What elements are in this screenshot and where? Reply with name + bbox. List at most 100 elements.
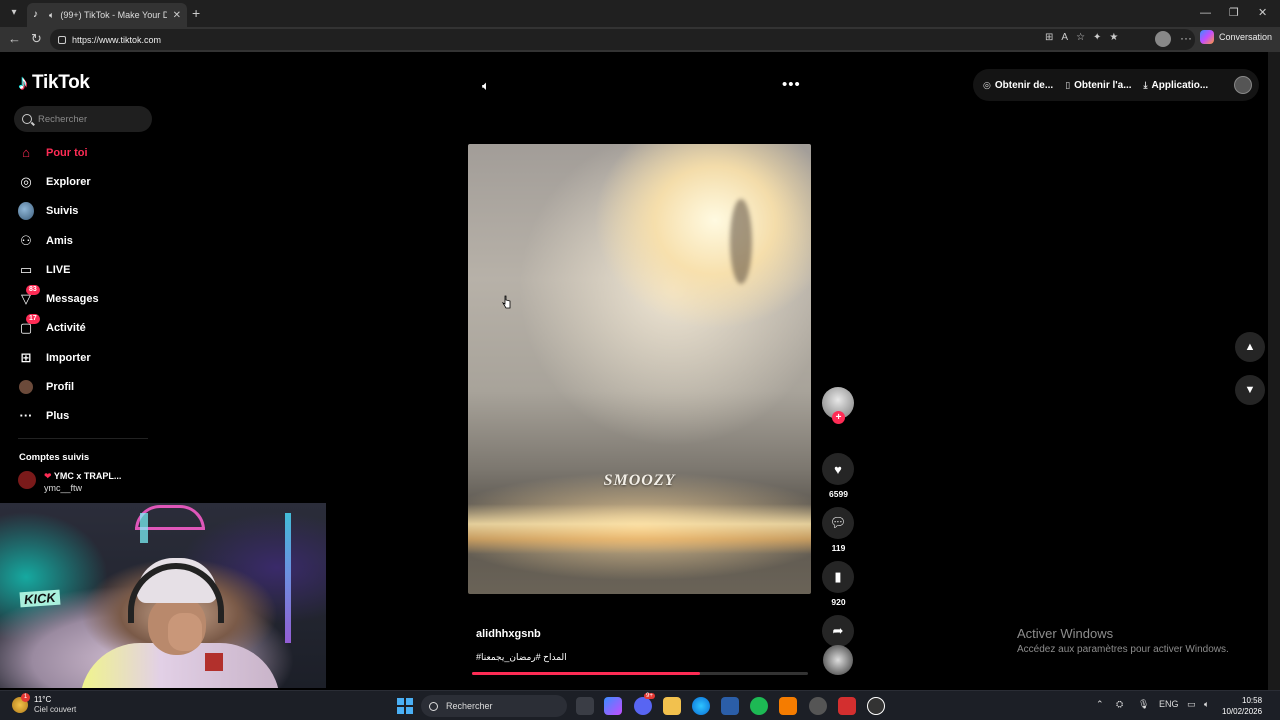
search-icon [429, 701, 438, 711]
sidebar-item-explorer[interactable]: ◎ Explorer [0, 167, 160, 196]
sidebar-item-label: Pour toi [46, 146, 88, 159]
video-more-icon[interactable]: ••• [782, 76, 801, 93]
app-icon[interactable] [838, 697, 856, 715]
sidebar-item-amis[interactable]: ⚇ Amis [0, 226, 160, 255]
search-input[interactable] [38, 113, 138, 125]
reload-icon[interactable]: ↻ [31, 32, 42, 46]
comment-button[interactable]: 💬︎ [822, 507, 854, 539]
like-count: 6599 [829, 489, 848, 499]
video-actions: + ♥ 6599 💬︎ 119 ▮ 920 ➦ 191 [822, 387, 855, 661]
file-explorer-icon[interactable] [663, 697, 681, 715]
app-icon[interactable] [779, 697, 797, 715]
sidebar-item-label: Profil [46, 381, 75, 394]
discord-badge: 9+ [644, 693, 655, 699]
neon-light [140, 513, 148, 543]
windows-taskbar: 11°C Ciel couvert Rechercher 9+ ⌃ ⛭ 🎙︎ E… [0, 690, 1280, 720]
start-button[interactable] [397, 698, 413, 714]
share-button[interactable]: ➦ [822, 615, 854, 647]
sidebar-item-live[interactable]: ▭ LIVE [0, 255, 160, 284]
tiktok-logo[interactable]: ♪ TikTok [18, 72, 90, 94]
network-icon[interactable]: ▭ [1187, 699, 1196, 710]
comment-count: 119 [831, 543, 846, 553]
heart-icon: ❤ [44, 471, 52, 481]
copilot-button[interactable]: Conversation [1200, 30, 1272, 44]
system-clock[interactable]: 10:58 10/02/2026 [1222, 695, 1262, 717]
sidebar-item-messages[interactable]: ▽ 83 Messages [0, 284, 160, 313]
sidebar-item-label: Suivis [46, 205, 79, 218]
url-field[interactable]: https://www.tiktok.com [50, 29, 1195, 50]
follow-plus-icon[interactable]: + [832, 411, 845, 424]
favorites-icon[interactable]: ★ [1109, 32, 1118, 43]
extensions-icon[interactable]: ✦ [1093, 32, 1101, 43]
sidebar-item-activite[interactable]: ▢ 17 Activité [0, 314, 160, 343]
close-tab-icon[interactable]: ✕ [173, 10, 181, 21]
site-info-icon[interactable] [58, 35, 66, 44]
spotify-icon[interactable] [750, 697, 768, 715]
save-button[interactable]: ▮ [822, 561, 854, 593]
browser-profile-avatar[interactable] [1155, 31, 1171, 47]
tray-overflow-icon[interactable]: ⌃ [1096, 699, 1104, 710]
volume-icon[interactable]: 🔈︎ [482, 78, 490, 94]
page-scrollbar[interactable] [1268, 52, 1280, 690]
task-view-icon[interactable] [576, 697, 594, 715]
sidebar-item-importer[interactable]: ⊞ Importer [0, 343, 160, 372]
search-bar[interactable] [14, 106, 152, 132]
sidebar-item-label: Messages [46, 293, 99, 306]
favorite-star-icon[interactable]: ☆ [1076, 32, 1085, 43]
video-author[interactable]: alidhhxgsnb [476, 628, 541, 640]
tiktok-wordmark: TikTok [32, 72, 90, 93]
followed-section-title: Comptes suivis [19, 452, 90, 463]
speaker-icon[interactable]: 🔈︎ [49, 10, 54, 21]
get-app-button[interactable]: ▯ Obtenir l'a... [1065, 80, 1131, 91]
browser-menu-icon[interactable]: ··· [1180, 31, 1192, 45]
next-video-button[interactable]: ▼ [1235, 375, 1265, 405]
home-icon: ⌂ [22, 144, 30, 160]
tab-list-icon[interactable]: ▾ [6, 5, 22, 21]
language-indicator[interactable]: ENG [1159, 699, 1179, 709]
get-coins-button[interactable]: ◎ Obtenir de... [983, 80, 1053, 91]
music-disc-icon[interactable] [823, 645, 853, 675]
obs-icon[interactable] [867, 697, 885, 715]
sidebar-item-suivis[interactable]: Suivis [0, 197, 160, 226]
minimize-icon[interactable]: — [1200, 6, 1211, 20]
phone-icon: ▯ [1065, 79, 1071, 90]
taskbar-search[interactable]: Rechercher [421, 695, 567, 717]
sidebar-item-plus[interactable]: ··· Plus [0, 402, 160, 431]
discord-icon[interactable]: 9+ [634, 693, 655, 715]
browser-tab[interactable]: ♪ 🔈︎ (99+) TikTok - Make Your Day ✕ [27, 3, 187, 27]
edge-icon[interactable] [692, 697, 710, 715]
weather-icon [12, 693, 30, 713]
video-frame-flames [468, 504, 811, 554]
back-icon[interactable]: ← [8, 32, 21, 46]
desktop-app-button[interactable]: ⤓ Applicatio... [1144, 80, 1209, 91]
user-avatar[interactable] [1234, 76, 1253, 94]
weather-temp: 11°C [34, 695, 52, 704]
steam-icon[interactable] [809, 697, 827, 715]
video-progress-bar[interactable] [472, 672, 808, 675]
sidebar-item-profil[interactable]: Profil [0, 372, 160, 401]
like-button[interactable]: ♥ [822, 453, 854, 485]
video-player[interactable]: SMOOZY [468, 144, 811, 594]
search-icon[interactable] [22, 114, 32, 124]
app-available-icon[interactable]: ⊞ [1045, 32, 1053, 43]
activation-subtitle: Accédez aux paramètres pour activer Wind… [1017, 644, 1229, 655]
creator-avatar[interactable]: + [822, 387, 854, 424]
weather-condition: Ciel couvert [34, 705, 77, 714]
new-tab-icon[interactable]: + [192, 5, 200, 21]
video-caption[interactable]: #المداح #رمضان_يجمعنا [476, 652, 776, 663]
microphone-icon[interactable]: 🎙︎ [1138, 699, 1149, 710]
messages-icon: ▽ 83 [18, 285, 40, 307]
tray-app-icon[interactable]: ⛭ [1116, 699, 1123, 710]
previous-video-button[interactable]: ▲ [1235, 332, 1265, 362]
translate-icon[interactable]: A [1061, 32, 1068, 43]
restore-icon[interactable]: ❐ [1229, 6, 1239, 20]
copilot-app-icon[interactable] [604, 697, 622, 715]
weather-widget[interactable]: 11°C Ciel couvert [12, 693, 77, 715]
sidebar-item-pour-toi[interactable]: ⌂ Pour toi [0, 138, 160, 167]
followed-account-item[interactable]: ❤ YMC x TRAPL... ymc__ftw [18, 471, 121, 493]
url-text: https://www.tiktok.com [72, 34, 162, 45]
heart-icon: ♥ [834, 461, 842, 477]
volume-icon[interactable]: 🔈︎ [1204, 699, 1209, 710]
close-window-icon[interactable]: ✕ [1258, 6, 1267, 20]
store-icon[interactable] [721, 697, 739, 715]
